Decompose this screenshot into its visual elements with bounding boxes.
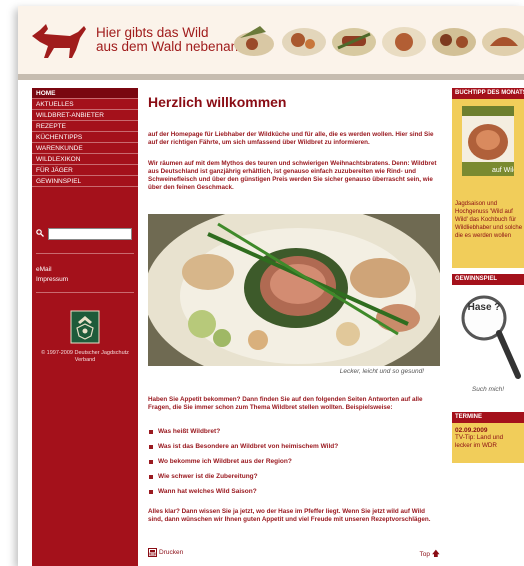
top-label: Top <box>419 551 430 558</box>
dates-box: 02.09.2009 TV-Tip: Land und lecker im WD… <box>452 423 524 463</box>
search-input[interactable] <box>48 228 132 240</box>
email-link[interactable]: eMail <box>36 266 52 273</box>
question-list: Was heißt Wildbret? Was ist das Besonder… <box>148 428 440 503</box>
book-tip-heading: BUCHTIPP DES MONATS <box>452 88 524 99</box>
right-sidebar: BUCHTIPP DES MONATS auf Wild Jagdsaison … <box>452 88 524 566</box>
back-to-top-link[interactable]: Top 🡅 <box>419 548 440 562</box>
site-tagline: Hier gibts das Wild aus dem Wald nebenan… <box>96 26 242 54</box>
deer-logo-icon[interactable] <box>26 20 88 60</box>
food-image <box>482 28 524 56</box>
appetite-paragraph: Haben Sie Appetit bekommen? Dann finden … <box>148 396 423 411</box>
nav-item-aktuelles[interactable]: AKTUELLES <box>32 99 138 110</box>
left-navigation: HOME AKTUELLES WILDBRET-ANBIETER REZEPTE… <box>32 88 138 566</box>
list-item[interactable]: Was ist das Besondere an Wildbret von he… <box>148 443 440 458</box>
food-image <box>332 28 376 56</box>
contest-caption: Such mich! <box>471 386 505 393</box>
nav-divider <box>36 292 134 293</box>
book-cover-image[interactable]: auf Wild <box>462 106 514 176</box>
search-icon[interactable] <box>36 229 44 237</box>
nav-item-home[interactable]: HOME <box>32 88 138 99</box>
dish-photo <box>148 214 440 366</box>
food-image <box>382 27 426 57</box>
magnifier-label: Hase ? <box>467 302 501 313</box>
djv-seal-logo[interactable] <box>70 310 100 344</box>
tagline-line-2: aus dem Wald nebenan! <box>96 39 242 54</box>
intro-paragraph: auf der Homepage für Liebhaber der Wildk… <box>148 131 434 146</box>
event-date: 02.09.2009 <box>455 427 488 434</box>
svg-text:auf Wild: auf Wild <box>492 167 514 174</box>
myth-paragraph: Wir räumen auf mit dem Mythos des teuren… <box>148 160 437 191</box>
food-image <box>234 26 274 56</box>
header-divider <box>18 74 524 80</box>
main-content: Herzlich willkommen auf der Homepage für… <box>148 94 444 558</box>
event-text[interactable]: TV-Tip: Land und lecker im WDR <box>455 434 521 450</box>
arrow-up-icon: 🡅 <box>431 549 440 558</box>
food-image <box>432 28 476 56</box>
page: Hier gibts das Wild aus dem Wald nebenan… <box>18 6 524 566</box>
search-box <box>32 224 138 244</box>
copyright-text: © 1997-2009 Deutscher Jagdschutz Verband <box>41 350 129 363</box>
page-title: Herzlich willkommen <box>148 94 287 110</box>
dates-heading: TERMINE <box>452 412 524 423</box>
book-tip-box: BUCHTIPP DES MONATS auf Wild Jagdsaison … <box>452 88 524 268</box>
contest-heading: GEWINNSPIEL <box>452 274 524 285</box>
closing-paragraph: Alles klar? Dann wissen Sie ja jetzt, wo… <box>148 508 431 523</box>
book-tip-text: Jagdsaison und Hochgenuss 'Wild auf Wild… <box>455 201 523 239</box>
food-image <box>282 28 326 56</box>
list-item[interactable]: Wie schwer ist die Zubereitung? <box>148 473 440 488</box>
list-item[interactable]: Wo bekomme ich Wildbret aus der Region? <box>148 458 440 473</box>
photo-caption: Lecker, leicht und so gesund! <box>339 368 424 375</box>
page-actions: Drucken Top 🡅 <box>148 548 440 560</box>
list-item[interactable]: Wann hat welches Wild Saison? <box>148 488 440 503</box>
nav-item-wildbret-anbieter[interactable]: WILDBRET-ANBIETER <box>32 110 138 121</box>
impressum-link[interactable]: Impressum <box>36 276 68 283</box>
magnifier-contest-image[interactable]: Hase ? <box>460 294 522 382</box>
nav-item-wildlexikon[interactable]: WILDLEXIKON <box>32 154 138 165</box>
print-icon[interactable] <box>148 548 157 557</box>
food-image-strip <box>230 18 524 62</box>
nav-item-fuer-jaeger[interactable]: FÜR JÄGER <box>32 165 138 176</box>
print-link[interactable]: Drucken <box>159 549 183 556</box>
nav-divider <box>36 253 134 254</box>
nav-item-gewinnspiel[interactable]: GEWINNSPIEL <box>32 176 138 187</box>
nav-item-rezepte[interactable]: REZEPTE <box>32 121 138 132</box>
nav-item-warenkunde[interactable]: WARENKUNDE <box>32 143 138 154</box>
tagline-line-1: Hier gibts das Wild <box>96 25 209 40</box>
nav-item-kuechentipps[interactable]: KÜCHENTIPPS <box>32 132 138 143</box>
list-item[interactable]: Was heißt Wildbret? <box>148 428 440 443</box>
site-header: Hier gibts das Wild aus dem Wald nebenan… <box>18 6 524 74</box>
